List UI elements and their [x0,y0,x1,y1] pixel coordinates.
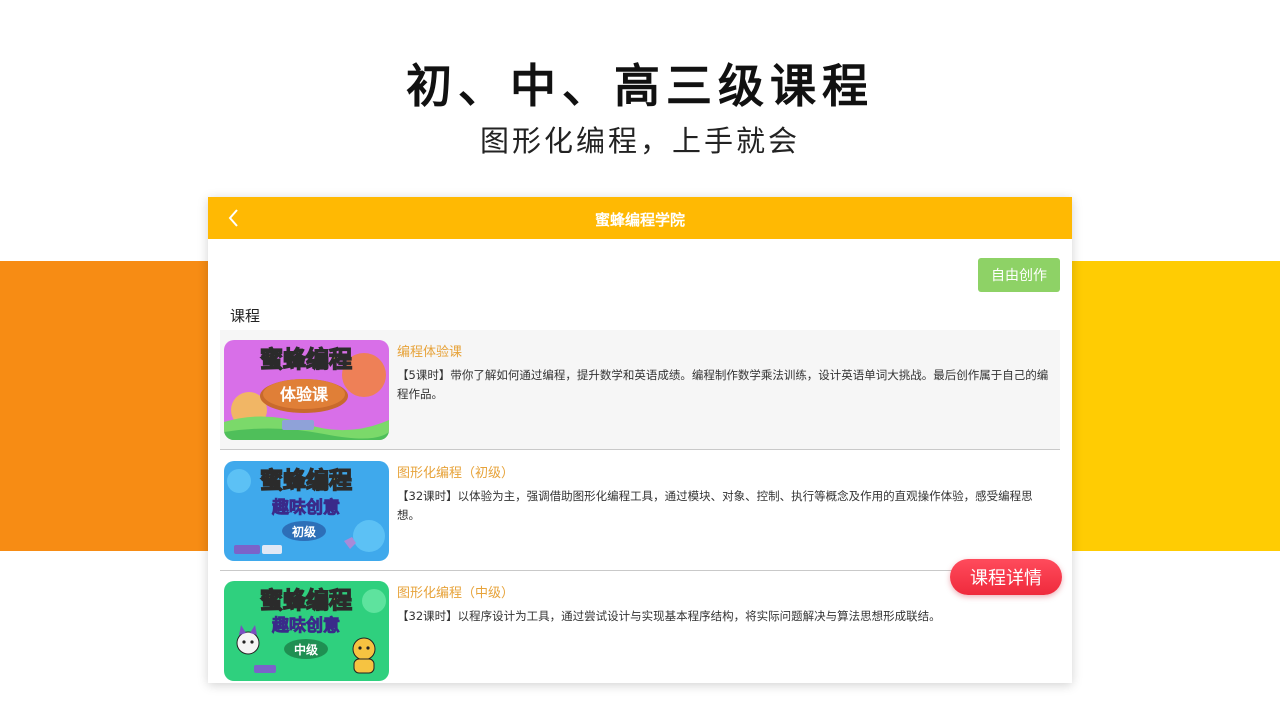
orange-band [0,261,210,551]
course-thumbnail: 蜜蜂编程 趣味创意 初级 [224,461,389,561]
yellow-band [1070,261,1280,551]
app-title: 蜜蜂编程学院 [594,211,685,229]
course-title[interactable]: 图形化编程（初级） [397,462,514,481]
section-title: 课程 [230,307,261,325]
promo-subline: 图形化编程，上手就会 [479,124,800,158]
course-title[interactable]: 图形化编程（中级） [397,582,514,601]
course-description: 【32课时】以程序设计为工具，通过尝试设计与实现基本程序结构，将实际问题解决与算… [397,609,941,623]
app-screen: 蜜蜂编程学院 自由创作 课程 蜜蜂编程 体验课 编程体验课 【5课时】带你了解如… [208,197,1072,683]
thumb-badge: 中级 [294,642,318,657]
free-create-button[interactable]: 自由创作 [978,258,1060,292]
thumb-subtitle: 趣味创意 [271,497,340,518]
course-item[interactable]: 蜜蜂编程 趣味创意 初级 图形化编程（初级） 【32课时】以体验为主，强调借助图… [220,451,1060,571]
thumb-title: 蜜蜂编程 [260,467,352,494]
thumb-title: 蜜蜂编程 [260,346,352,373]
app-header: 蜜蜂编程学院 [208,197,1072,239]
course-thumbnail: 蜜蜂编程 趣味创意 中级 [224,581,389,681]
thumb-badge: 体验课 [280,385,329,404]
promo-headline: 初、中、高三级课程 [406,59,874,113]
thumb-title: 蜜蜂编程 [260,587,352,614]
course-description: 【5课时】带你了解如何通过编程，提升数学和英语成绩。编程制作数学乘法训练，设计英… [397,368,1049,401]
course-description: 【32课时】以体验为主，强调借助图形化编程工具，通过模块、对象、控制、执行等概念… [397,489,1033,522]
course-detail-button[interactable]: 课程详情 [950,559,1062,595]
thumb-badge: 初级 [292,524,316,539]
course-item[interactable]: 蜜蜂编程 趣味创意 中级 图形化编程（中级） 【32课时】以程序设计为工具，通过… [220,571,1060,683]
course-thumbnail: 蜜蜂编程 体验课 [224,340,389,440]
course-item[interactable]: 蜜蜂编程 体验课 编程体验课 【5课时】带你了解如何通过编程，提升数学和英语成绩… [220,330,1060,450]
course-title[interactable]: 编程体验课 [397,341,462,360]
thumb-subtitle: 趣味创意 [271,615,340,636]
